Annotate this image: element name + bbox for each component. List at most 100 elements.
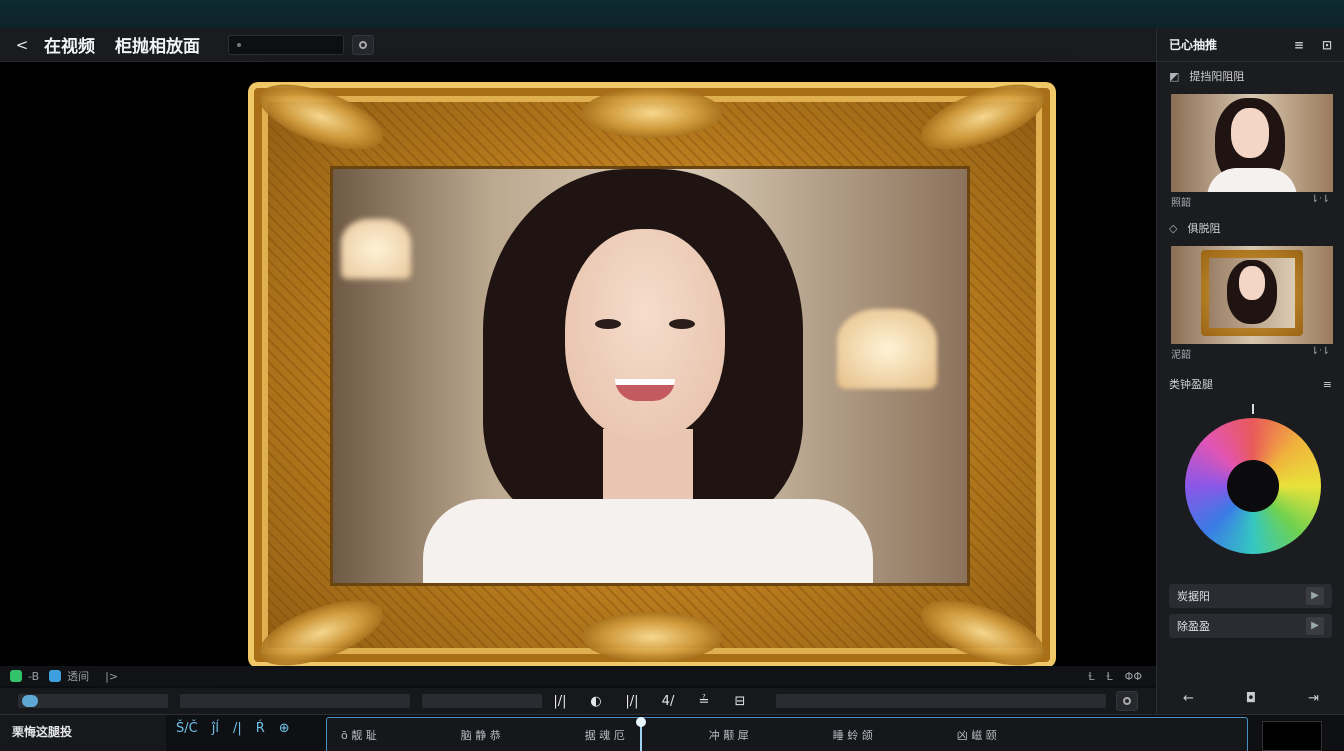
thumbnail-meta: 照韶 ⇂ᐧ⇂ [1157, 192, 1344, 209]
white-top [423, 499, 873, 583]
thumbnail-meta: 泥韶 ⇂ᐧ⇂ [1157, 344, 1344, 361]
option-label: 炭据阳 [1177, 590, 1210, 603]
option-button-2[interactable]: 除盈盈 ▶ [1169, 614, 1332, 638]
tool-icon[interactable]: Ŕ [256, 721, 265, 736]
image-icon: ◩ [1169, 69, 1180, 83]
eye [669, 319, 695, 329]
track-label: 据 魂 厄 [584, 728, 625, 742]
blue-toggle-icon[interactable] [49, 670, 62, 682]
control-right-1[interactable]: Ƚ [1088, 670, 1094, 683]
adjust-icon[interactable]: ≟ [690, 694, 718, 709]
video-preview[interactable] [0, 62, 1156, 679]
section-title: 类钟盈腿 [1169, 378, 1213, 391]
smile [615, 379, 675, 401]
back-button[interactable]: < [0, 36, 44, 54]
wheel-marker[interactable] [1252, 404, 1254, 414]
control-right-2[interactable]: Ƚ [1107, 670, 1113, 683]
white-top [1207, 168, 1297, 192]
color-wheel-center [1227, 460, 1279, 512]
color-wheel[interactable] [1185, 418, 1321, 554]
frame-ornament [913, 71, 1053, 163]
timeline-label: 栗悔这腿投 [0, 715, 166, 751]
lamp [837, 309, 937, 389]
scrub-knob[interactable] [22, 695, 38, 707]
control-right-3[interactable]: ΦΦ [1125, 670, 1142, 683]
section-color[interactable]: 类钟盈腿 ≡ [1157, 370, 1344, 398]
track-label: 凶 嵫 颐 [956, 728, 997, 742]
color-wheel-area [1157, 398, 1344, 578]
record-button[interactable] [352, 34, 374, 55]
window-title-strip [0, 0, 1344, 28]
tool-icon[interactable]: ⊕ [279, 721, 290, 736]
panel-title: 已心抽推 [1169, 38, 1218, 52]
face [565, 229, 725, 439]
track-label: ō 靓 耻 [341, 728, 377, 742]
trim-bar[interactable] [180, 694, 410, 708]
frame-icon: ◇ [1169, 221, 1178, 235]
portrait-photo [330, 166, 970, 586]
eye [595, 319, 621, 329]
meta-label: 照韶 [1171, 198, 1191, 209]
portrait-photo [1209, 258, 1295, 328]
crop-icon[interactable]: ⊟ [726, 694, 754, 709]
chevron-right-icon: ▶ [1306, 617, 1324, 635]
cut-icon[interactable]: |/| [618, 694, 646, 709]
meta-value: ⇂ᐧ⇂ [1310, 194, 1330, 205]
play-label[interactable]: |> [105, 670, 118, 683]
frame-ornament [251, 587, 391, 679]
search-input[interactable] [228, 34, 344, 55]
preview-controls: -B 透间 |> Ƚ Ƚ ΦΦ [0, 666, 1156, 686]
tool-icon[interactable]: Š/Č [176, 721, 198, 736]
fullscreen-button[interactable] [1116, 691, 1138, 711]
playhead[interactable] [636, 717, 646, 751]
timeline-thumbnail[interactable] [1262, 721, 1322, 751]
tool-icon[interactable]: ĵĺ [212, 721, 219, 736]
right-panel: 已心抽推 ≡ ⊡ ◩ 提挡阳阻阻 照韶 ⇂ᐧ⇂ ◇ 俱脱阻 泥韶 ⇂ᐧ⇂ 类钟盈 [1156, 28, 1344, 714]
frame-ornament [582, 88, 722, 138]
section-title: 提挡阳阻阻 [1189, 70, 1245, 83]
control-label: 透间 [67, 670, 90, 683]
scrub-bar[interactable] [18, 694, 168, 708]
option-button-1[interactable]: 炭据阳 ▶ [1169, 584, 1332, 608]
fullscreen-icon [1123, 697, 1131, 705]
face [1239, 266, 1265, 300]
gold-frame [1201, 250, 1303, 336]
export-icon[interactable]: ⇥ [1308, 691, 1319, 706]
frame-ornament [251, 71, 391, 163]
section-framed[interactable]: ◇ 俱脱阻 [1157, 214, 1344, 242]
chevron-right-icon: ▶ [1306, 587, 1324, 605]
option-label: 除盈盈 [1177, 620, 1210, 633]
control-label: -B [28, 669, 40, 683]
track-label: 脑 静 恭 [460, 728, 501, 742]
transport-bar: |/| ◐ |/| 4/ ≟ ⊟ [0, 688, 1156, 714]
list-icon[interactable]: ≡ [1294, 38, 1304, 52]
copy-icon[interactable]: ◘ [1246, 691, 1256, 706]
framed-thumbnail[interactable] [1171, 246, 1333, 344]
meta-label: 泥韶 [1171, 350, 1191, 361]
section-original[interactable]: ◩ 提挡阳阻阻 [1157, 62, 1344, 90]
search-icon [237, 42, 241, 47]
speed-icon[interactable]: 4/ [654, 694, 682, 709]
trim-bar[interactable] [422, 694, 542, 708]
track-label: 睡 蛉 颌 [832, 728, 873, 742]
gold-frame [248, 71, 1056, 679]
menu-icon[interactable]: ≡ [1323, 378, 1332, 391]
split-icon[interactable]: |/| [546, 694, 574, 709]
frame-ornament [582, 612, 722, 662]
meta-value: ⇂ᐧ⇂ [1310, 346, 1330, 357]
panel-footer: ← ◘ ⇥ [1157, 691, 1344, 706]
undo-icon[interactable]: ← [1183, 691, 1194, 706]
section-title: 俱脱阻 [1187, 222, 1221, 235]
volume-bar[interactable] [776, 694, 1106, 708]
top-toolbar: < 在视频 柜抛相放面 [0, 28, 1156, 62]
tool-icon[interactable]: /| [233, 721, 242, 736]
color-icon[interactable]: ◐ [582, 694, 610, 709]
green-toggle-icon[interactable] [10, 670, 22, 682]
panel-header: 已心抽推 ≡ ⊡ [1157, 28, 1344, 62]
timeline-track[interactable]: ō 靓 耻 脑 静 恭 据 魂 厄 冲 颟 犀 睡 蛉 颌 凶 嵫 颐 [326, 717, 1248, 751]
original-thumbnail[interactable] [1171, 94, 1333, 192]
layout-icon[interactable]: ⊡ [1322, 38, 1332, 52]
frame-ornament [913, 587, 1053, 679]
title-primary: 在视频 [44, 37, 95, 57]
face [1231, 108, 1269, 158]
